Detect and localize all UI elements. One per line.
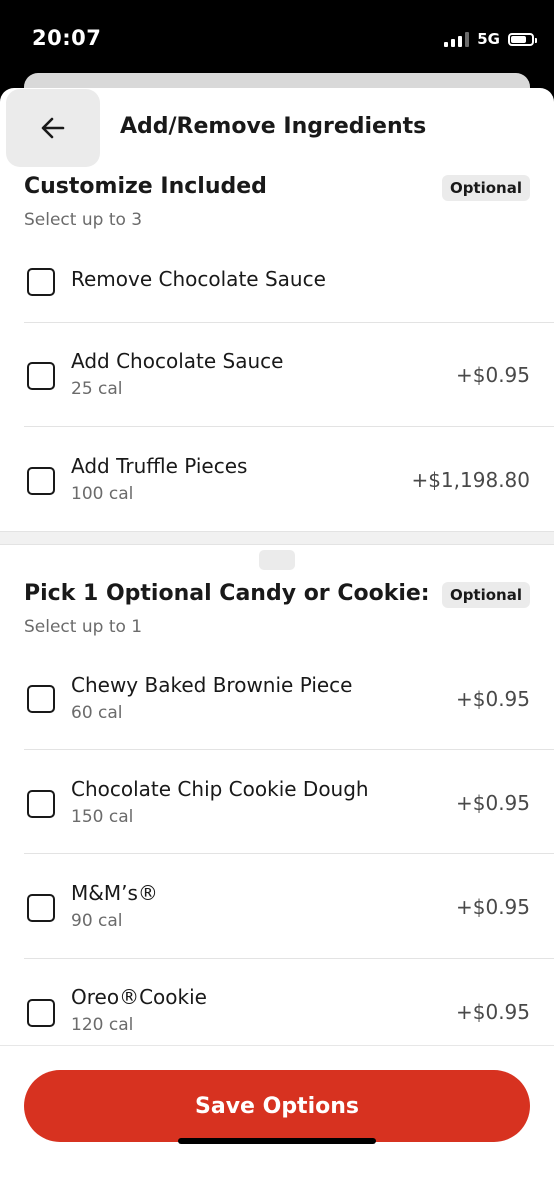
section-title-customize-included: Customize Included (24, 174, 267, 199)
checkbox[interactable] (27, 362, 55, 390)
battery-icon (508, 32, 537, 46)
option-name: M&M’s® (71, 881, 158, 905)
option-calories: 150 cal (71, 807, 134, 827)
option-name: Add Chocolate Sauce (71, 349, 284, 373)
option-remove-chocolate-sauce[interactable]: Remove Chocolate Sauce (0, 239, 554, 323)
status-indicators: 5G (444, 30, 537, 48)
option-name: Chewy Baked Brownie Piece (71, 673, 353, 697)
option-add-truffle-pieces[interactable]: Add Truffle Pieces 100 cal +$1,198.80 (0, 427, 554, 531)
section-subtitle: Select up to 1 (24, 617, 143, 637)
section-separator (0, 531, 554, 545)
status-time: 20:07 (32, 26, 102, 50)
save-options-button[interactable]: Save Options (24, 1070, 530, 1142)
option-price: +$0.95 (455, 791, 530, 815)
checkbox[interactable] (27, 790, 55, 818)
option-calories: 100 cal (71, 484, 134, 504)
option-chewy-baked-brownie-piece[interactable]: Chewy Baked Brownie Piece 60 cal +$0.95 (0, 645, 554, 750)
option-add-chocolate-sauce[interactable]: Add Chocolate Sauce 25 cal +$0.95 (0, 323, 554, 427)
option-price: +$0.95 (455, 1000, 530, 1024)
back-button[interactable] (6, 89, 100, 167)
checkbox[interactable] (27, 467, 55, 495)
network-label: 5G (477, 30, 500, 48)
optional-badge: Optional (441, 175, 530, 201)
checkbox[interactable] (27, 894, 55, 922)
option-price: +$1,198.80 (411, 468, 530, 492)
option-price: +$0.95 (455, 895, 530, 919)
page-title: Add/Remove Ingredients (120, 114, 427, 139)
option-name: Oreo®Cookie (71, 985, 207, 1009)
footer: Save Options (0, 1045, 554, 1200)
option-calories: 60 cal (71, 703, 123, 723)
option-calories: 90 cal (71, 911, 123, 931)
option-name: Remove Chocolate Sauce (71, 267, 326, 291)
option-name: Chocolate Chip Cookie Dough (71, 777, 369, 801)
section-subtitle: Select up to 3 (24, 210, 143, 230)
option-price: +$0.95 (455, 363, 530, 387)
scroll-indicator (259, 550, 295, 570)
option-calories: 25 cal (71, 379, 123, 399)
option-price: +$0.95 (455, 687, 530, 711)
option-name: Add Truffle Pieces (71, 454, 248, 478)
checkbox[interactable] (27, 268, 55, 296)
option-chocolate-chip-cookie-dough[interactable]: Chocolate Chip Cookie Dough 150 cal +$0.… (0, 750, 554, 854)
arrow-left-icon (41, 117, 65, 139)
home-indicator[interactable] (178, 1138, 376, 1144)
option-calories: 120 cal (71, 1015, 134, 1035)
section-title-candy-or-cookie: Pick 1 Optional Candy or Cookie: (24, 581, 430, 606)
checkbox[interactable] (27, 685, 55, 713)
option-mms[interactable]: M&M’s® 90 cal +$0.95 (0, 854, 554, 959)
checkbox[interactable] (27, 999, 55, 1027)
optional-badge: Optional (441, 582, 530, 608)
signal-icon (444, 31, 470, 47)
ingredients-sheet: Add/Remove Ingredients Customize Include… (0, 88, 554, 1200)
